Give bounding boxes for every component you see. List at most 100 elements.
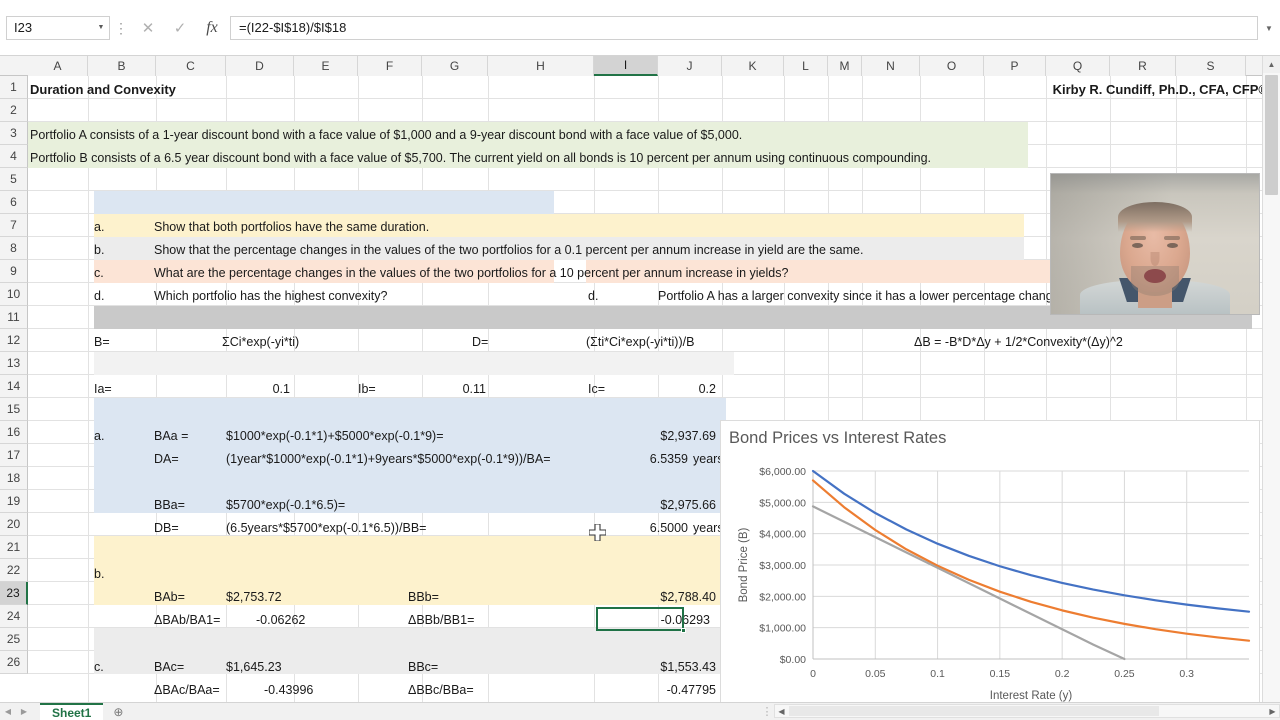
column-header-R[interactable]: R bbox=[1110, 56, 1176, 76]
cell-H13-ic-label[interactable]: Ic= bbox=[588, 378, 648, 400]
column-header-P[interactable]: P bbox=[984, 56, 1046, 76]
cell-M11-deltab-formula[interactable]: ΔB = -B*D*Δy + 1/2*Convexity*(Δy)^2 bbox=[914, 331, 1244, 353]
row-header-18[interactable]: 18 bbox=[0, 467, 28, 490]
cell-G11-d-label[interactable]: D= bbox=[472, 331, 532, 353]
cell-C8-letter[interactable]: c. bbox=[94, 262, 154, 284]
cell-D8-question-c[interactable]: What are the percentage changes in the v… bbox=[154, 262, 1034, 284]
cell-C23-dbab-label[interactable]: ΔBAb/BA1= bbox=[154, 609, 254, 631]
column-header-M[interactable]: M bbox=[828, 56, 862, 76]
row-header-8[interactable]: 8 bbox=[0, 237, 28, 260]
cell-Q1-author[interactable]: Kirby R. Cundiff, Ph.D., CFA, CFP® bbox=[928, 78, 1262, 100]
cell-A3-portfolio-a[interactable]: Portfolio A consists of a 1-year discoun… bbox=[30, 124, 1030, 146]
cell-C26-dbac-label[interactable]: ΔBAc/BAa= bbox=[154, 679, 264, 701]
row-header-13[interactable]: 13 bbox=[0, 352, 28, 375]
cell-I18-bba-value[interactable]: $2,975.66 bbox=[588, 494, 716, 516]
cell-F13-ib-label[interactable]: Ib= bbox=[358, 378, 418, 400]
add-sheet-icon[interactable]: ⊕ bbox=[103, 703, 133, 720]
cell-I15-baa-value[interactable]: $2,937.69 bbox=[588, 425, 716, 447]
row-header-14[interactable]: 14 bbox=[0, 375, 28, 398]
row-header-22[interactable]: 22 bbox=[0, 559, 28, 582]
cancel-formula-icon[interactable]: ✕ bbox=[132, 15, 164, 41]
cell-B25-letter[interactable]: c. bbox=[94, 656, 144, 678]
cell-D13-ia-value[interactable]: 0.1 bbox=[222, 378, 290, 400]
cell-I25-bbc-value[interactable]: $1,553.43 bbox=[588, 656, 716, 678]
column-header-I[interactable]: I bbox=[594, 56, 658, 76]
column-header-A[interactable]: A bbox=[28, 56, 88, 76]
row-header-23[interactable]: 23 bbox=[0, 582, 28, 605]
row-header-9[interactable]: 9 bbox=[0, 260, 28, 283]
column-header-L[interactable]: L bbox=[784, 56, 828, 76]
cell-C6-letter[interactable]: a. bbox=[94, 216, 154, 238]
cell-H9-answer-letter[interactable]: d. bbox=[588, 285, 648, 307]
cell-B21-letter[interactable]: b. bbox=[94, 563, 144, 585]
cell-I16-da-value[interactable]: 6.5359 bbox=[588, 448, 688, 470]
horizontal-scroll-thumb[interactable] bbox=[789, 706, 1159, 716]
row-header-21[interactable]: 21 bbox=[0, 536, 28, 559]
row-header-11[interactable]: 11 bbox=[0, 306, 28, 329]
nav-first-sheet-icon[interactable]: ◀ bbox=[0, 703, 16, 720]
insert-function-icon[interactable]: fx bbox=[196, 15, 228, 41]
cell-D19-db-expr[interactable]: (6.5years*$5700*exp(-0.1*6.5))/BB= bbox=[226, 517, 566, 539]
row-header-3[interactable]: 3 bbox=[0, 122, 28, 145]
column-header-D[interactable]: D bbox=[226, 56, 294, 76]
cell-D7-question-b[interactable]: Show that the percentage changes in the … bbox=[154, 239, 1034, 261]
column-header-J[interactable]: J bbox=[658, 56, 722, 76]
cell-I23-dbbb-value[interactable]: -0.06293 bbox=[588, 609, 710, 631]
column-header-E[interactable]: E bbox=[294, 56, 358, 76]
row-header-15[interactable]: 15 bbox=[0, 398, 28, 421]
cell-C13-ia-label[interactable]: Ia= bbox=[94, 378, 154, 400]
horizontal-scroll-track[interactable]: ◀ ▶ bbox=[774, 704, 1280, 718]
cell-C22-bab-label[interactable]: BAb= bbox=[154, 586, 224, 608]
row-header-2[interactable]: 2 bbox=[0, 99, 28, 122]
cell-D9-question-d[interactable]: Which portfolio has the highest convexit… bbox=[154, 285, 574, 307]
cell-G25-bbc-label[interactable]: BBc= bbox=[408, 656, 478, 678]
cell-C18-bba-label[interactable]: BBa= bbox=[154, 494, 224, 516]
presenter-video-thumbnail[interactable] bbox=[1050, 173, 1260, 315]
column-header-K[interactable]: K bbox=[722, 56, 784, 76]
row-header-12[interactable]: 12 bbox=[0, 329, 28, 352]
row-header-17[interactable]: 17 bbox=[0, 444, 28, 467]
bond-price-chart[interactable]: Bond Prices vs Interest Rates $0.00 $1,00… bbox=[720, 420, 1260, 702]
row-header-24[interactable]: 24 bbox=[0, 605, 28, 628]
cell-G26-dbbc-label[interactable]: ΔBBc/BBa= bbox=[408, 679, 518, 701]
fill-handle[interactable] bbox=[681, 628, 686, 633]
cell-C15-baa-label[interactable]: BAa = bbox=[154, 425, 224, 447]
cell-A4-portfolio-b[interactable]: Portfolio B consists of a 6.5 year disco… bbox=[30, 147, 1050, 169]
cell-D6-question-a[interactable]: Show that both portfolios have the same … bbox=[154, 216, 574, 238]
scroll-up-icon[interactable]: ▲ bbox=[1263, 56, 1280, 73]
cell-B15-letter[interactable]: a. bbox=[94, 425, 144, 447]
cell-G22-bbb-label[interactable]: BBb= bbox=[408, 586, 478, 608]
cell-I22-bbb-value[interactable]: $2,788.40 bbox=[588, 586, 716, 608]
cell-D25-bac-value[interactable]: $1,645.23 bbox=[226, 656, 346, 678]
row-header-26[interactable]: 26 bbox=[0, 651, 28, 674]
vertical-scroll-thumb[interactable] bbox=[1265, 75, 1278, 195]
nav-prev-sheet-icon[interactable]: ▶ bbox=[16, 703, 32, 720]
cell-D16-da-expr[interactable]: (1year*$1000*exp(-0.1*1)+9years*$5000*ex… bbox=[226, 448, 626, 470]
cell-D23-dbab-value[interactable]: -0.06262 bbox=[256, 609, 366, 631]
vertical-scrollbar[interactable]: ▲ bbox=[1262, 56, 1280, 702]
cell-D15-baa-expr[interactable]: $1000*exp(-0.1*1)+$5000*exp(-0.1*9)= bbox=[226, 425, 586, 447]
expand-formula-bar-icon[interactable]: ▼ bbox=[1260, 16, 1278, 40]
row-header-4[interactable]: 4 bbox=[0, 145, 28, 168]
cell-C25-bac-label[interactable]: BAc= bbox=[154, 656, 224, 678]
cell-D18-bba-expr[interactable]: $5700*exp(-0.1*6.5)= bbox=[226, 494, 526, 516]
sheet-tab-sheet1[interactable]: Sheet1 bbox=[40, 702, 104, 720]
row-header-10[interactable]: 10 bbox=[0, 283, 28, 306]
cell-C11-b-label[interactable]: B= bbox=[94, 331, 154, 353]
cell-C9-letter[interactable]: d. bbox=[94, 285, 154, 307]
row-header-7[interactable]: 7 bbox=[0, 214, 28, 237]
scroll-left-icon[interactable]: ◀ bbox=[775, 705, 788, 717]
column-header-N[interactable]: N bbox=[862, 56, 920, 76]
row-header-1[interactable]: 1 bbox=[0, 76, 28, 99]
cell-B1-title[interactable]: Duration and Convexity bbox=[30, 78, 430, 100]
cell-C16-da-label[interactable]: DA= bbox=[154, 448, 224, 470]
cell-C7-letter[interactable]: b. bbox=[94, 239, 154, 261]
cell-D22-bab-value[interactable]: $2,753.72 bbox=[226, 586, 346, 608]
cell-G13-ib-value[interactable]: 0.11 bbox=[418, 378, 486, 400]
column-header-O[interactable]: O bbox=[920, 56, 984, 76]
row-header-20[interactable]: 20 bbox=[0, 513, 28, 536]
name-box[interactable]: I23 ▼ bbox=[6, 15, 110, 40]
cell-D26-dbac-value[interactable]: -0.43996 bbox=[264, 679, 374, 701]
column-header-H[interactable]: H bbox=[488, 56, 594, 76]
cell-H11-d-formula[interactable]: (Σti*Ci*exp(-yi*ti))/B bbox=[586, 331, 866, 353]
